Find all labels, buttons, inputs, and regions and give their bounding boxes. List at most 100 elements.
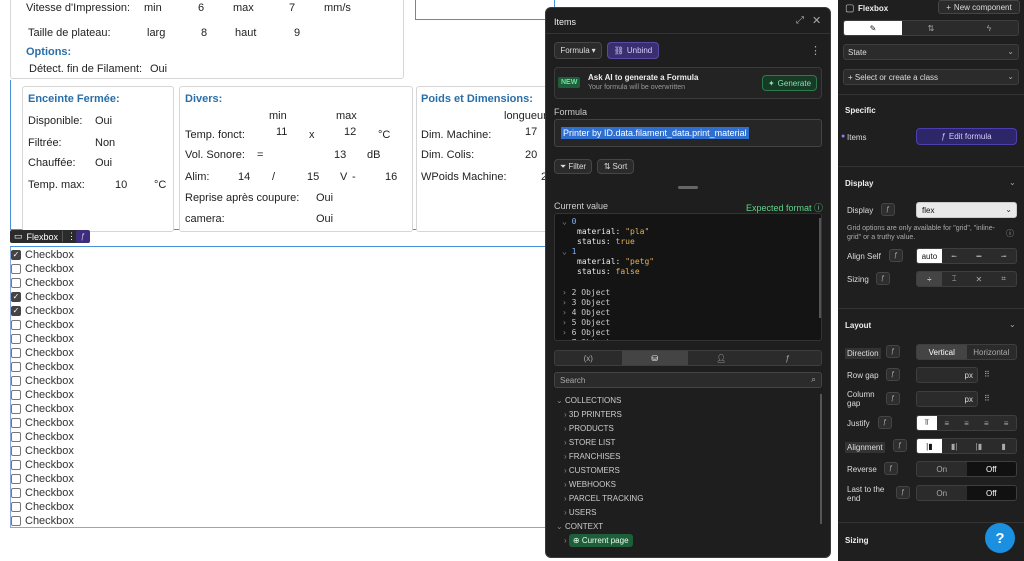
checkbox-box[interactable] xyxy=(11,488,21,498)
checkbox-box[interactable] xyxy=(11,348,21,358)
sizing-none-icon[interactable]: ✕ xyxy=(967,272,992,286)
collection-item[interactable]: › WEBHOOKS xyxy=(564,480,616,489)
tree-node-0[interactable]: ⌄ 0 xyxy=(562,217,576,226)
close-icon[interactable]: ✕ xyxy=(812,14,821,27)
direction-bind-icon[interactable]: ƒ xyxy=(886,345,900,358)
checkbox-box[interactable] xyxy=(11,432,21,442)
help-chat-button[interactable]: ? xyxy=(985,523,1015,553)
collection-item[interactable]: › STORE LIST xyxy=(564,438,615,447)
checkbox-box[interactable] xyxy=(11,376,21,386)
checkbox-item[interactable]: Checkbox xyxy=(11,472,74,486)
justify-end-icon[interactable]: ≡ xyxy=(957,416,977,430)
checkbox-item[interactable]: Checkbox xyxy=(11,346,74,360)
justify-center-icon[interactable]: ≡ xyxy=(937,416,957,430)
checkbox-item[interactable]: Checkbox xyxy=(11,388,74,402)
checkbox-box[interactable] xyxy=(11,264,21,274)
checkbox-item[interactable]: Checkbox xyxy=(11,458,74,472)
checkbox-box[interactable] xyxy=(11,334,21,344)
tab-style[interactable]: ✎ xyxy=(844,21,902,35)
context-node[interactable]: ⌄ CONTEXT xyxy=(556,522,603,531)
tab-user[interactable]: 👤︎ xyxy=(688,351,755,365)
align-stretch-icon[interactable]: ▮ xyxy=(991,439,1016,453)
checkbox-item[interactable]: Checkbox xyxy=(11,374,74,388)
formula-input[interactable]: Printer by ID.data.filament_data.print_m… xyxy=(554,119,822,147)
sizing-stretch-icon[interactable]: ⌶ xyxy=(942,272,967,286)
align-end-icon[interactable]: ╼ xyxy=(991,249,1016,263)
collection-item[interactable]: › PRODUCTS xyxy=(564,424,614,433)
checkbox-item[interactable]: Checkbox xyxy=(11,486,74,500)
checkbox-item[interactable]: ✓ Checkbox xyxy=(11,248,74,262)
tree-node-object[interactable]: › 3 Object xyxy=(562,298,610,307)
checkbox-item[interactable]: Checkbox xyxy=(11,416,74,430)
collection-item[interactable]: › FRANCHISES xyxy=(564,452,620,461)
expand-icon[interactable]: ⤢ xyxy=(796,15,804,26)
tree-node-object[interactable]: › 6 Object xyxy=(562,328,610,337)
edit-formula-button[interactable]: ƒ Edit formula xyxy=(916,128,1017,145)
checkbox-box[interactable] xyxy=(11,474,21,484)
checkbox-item[interactable]: ✓ Checkbox xyxy=(11,290,74,304)
checkbox-box[interactable] xyxy=(11,404,21,414)
checkbox-item[interactable]: Checkbox xyxy=(11,318,74,332)
checkbox-box[interactable]: ✓ xyxy=(11,306,21,316)
checkbox-box[interactable] xyxy=(11,362,21,372)
last-to-end-bind-icon[interactable]: ƒ xyxy=(896,486,910,499)
display-bind-icon[interactable]: ƒ xyxy=(881,203,895,216)
checkbox-item[interactable]: Checkbox xyxy=(11,500,74,514)
tree-scrollbar[interactable] xyxy=(820,394,822,524)
drag-handle-icon[interactable]: ⠿ xyxy=(984,394,990,403)
collection-item[interactable]: › 3D PRINTERS xyxy=(564,410,622,419)
direction-vertical[interactable]: Vertical xyxy=(917,345,967,359)
checkbox-box[interactable] xyxy=(11,278,21,288)
alignment-bind-icon[interactable]: ƒ xyxy=(893,439,907,452)
justify-between-icon[interactable]: ≡ xyxy=(976,416,996,430)
generate-button[interactable]: ✦ Generate xyxy=(762,75,817,91)
last-off[interactable]: Off xyxy=(966,486,1016,500)
direction-horizontal[interactable]: Horizontal xyxy=(967,345,1017,359)
help-icon[interactable]: ⓘ xyxy=(1006,228,1014,239)
state-select[interactable]: State ⌄ xyxy=(843,44,1019,60)
tag-bind-icon[interactable]: ƒ xyxy=(76,230,90,243)
align-left-icon[interactable]: |▮ xyxy=(917,439,942,453)
unbind-button[interactable]: ⛓ Unbind xyxy=(607,42,659,59)
checkbox-box[interactable] xyxy=(11,446,21,456)
align-hcenter-icon[interactable]: ▮| xyxy=(942,439,967,453)
row-gap-bind-icon[interactable]: ƒ xyxy=(886,368,900,381)
new-component-button[interactable]: + New component xyxy=(938,0,1020,14)
current-page-node[interactable]: › ⊕ Current page xyxy=(564,534,633,547)
collapse-chevron-icon[interactable]: ⌄ xyxy=(1009,178,1016,187)
tree-node-object[interactable]: › 5 Object xyxy=(562,318,610,327)
sizing-fill-icon[interactable]: ⌗ xyxy=(991,272,1016,286)
resize-handle[interactable] xyxy=(678,186,698,189)
collapse-chevron-icon[interactable]: ⌄ xyxy=(1009,320,1016,329)
column-gap-input[interactable]: px xyxy=(916,391,978,407)
collection-item[interactable]: › PARCEL TRACKING xyxy=(564,494,643,503)
align-self-auto[interactable]: auto xyxy=(917,249,942,263)
reverse-bind-icon[interactable]: ƒ xyxy=(884,462,898,475)
collections-node[interactable]: ⌄ COLLECTIONS xyxy=(556,396,621,405)
checkbox-box[interactable] xyxy=(11,460,21,470)
tree-node-object[interactable]: › 2 Object xyxy=(562,288,610,297)
checkbox-box[interactable] xyxy=(11,390,21,400)
last-on[interactable]: On xyxy=(917,486,967,500)
column-gap-bind-icon[interactable]: ƒ xyxy=(886,392,900,405)
align-center-icon[interactable]: ━ xyxy=(967,249,992,263)
justify-bind-icon[interactable]: ƒ xyxy=(878,416,892,429)
row-gap-input[interactable]: px xyxy=(916,367,978,383)
tree-node-1[interactable]: ⌄ 1 xyxy=(562,247,576,256)
more-icon[interactable]: ⋮ xyxy=(810,44,821,57)
tab-interactions[interactable]: ϟ xyxy=(960,21,1018,35)
checkbox-item[interactable]: Checkbox xyxy=(11,444,74,458)
align-self-bind-icon[interactable]: ƒ xyxy=(889,249,903,262)
justify-start-icon[interactable]: ⫪ xyxy=(917,416,937,430)
reverse-off[interactable]: Off xyxy=(966,462,1016,476)
checkbox-box[interactable]: ✓ xyxy=(11,250,21,260)
checkbox-item[interactable]: Checkbox xyxy=(11,430,74,444)
tab-database[interactable]: ⛁ xyxy=(621,351,688,365)
checkbox-box[interactable] xyxy=(11,320,21,330)
display-select[interactable]: flex ⌄ xyxy=(916,202,1017,218)
align-right-icon[interactable]: |▮ xyxy=(967,439,992,453)
tab-functions[interactable]: ƒ xyxy=(755,351,822,365)
checkbox-box[interactable] xyxy=(11,418,21,428)
checkbox-item[interactable]: Checkbox xyxy=(11,262,74,276)
tree-node-object[interactable]: › 7 Object xyxy=(562,338,610,340)
